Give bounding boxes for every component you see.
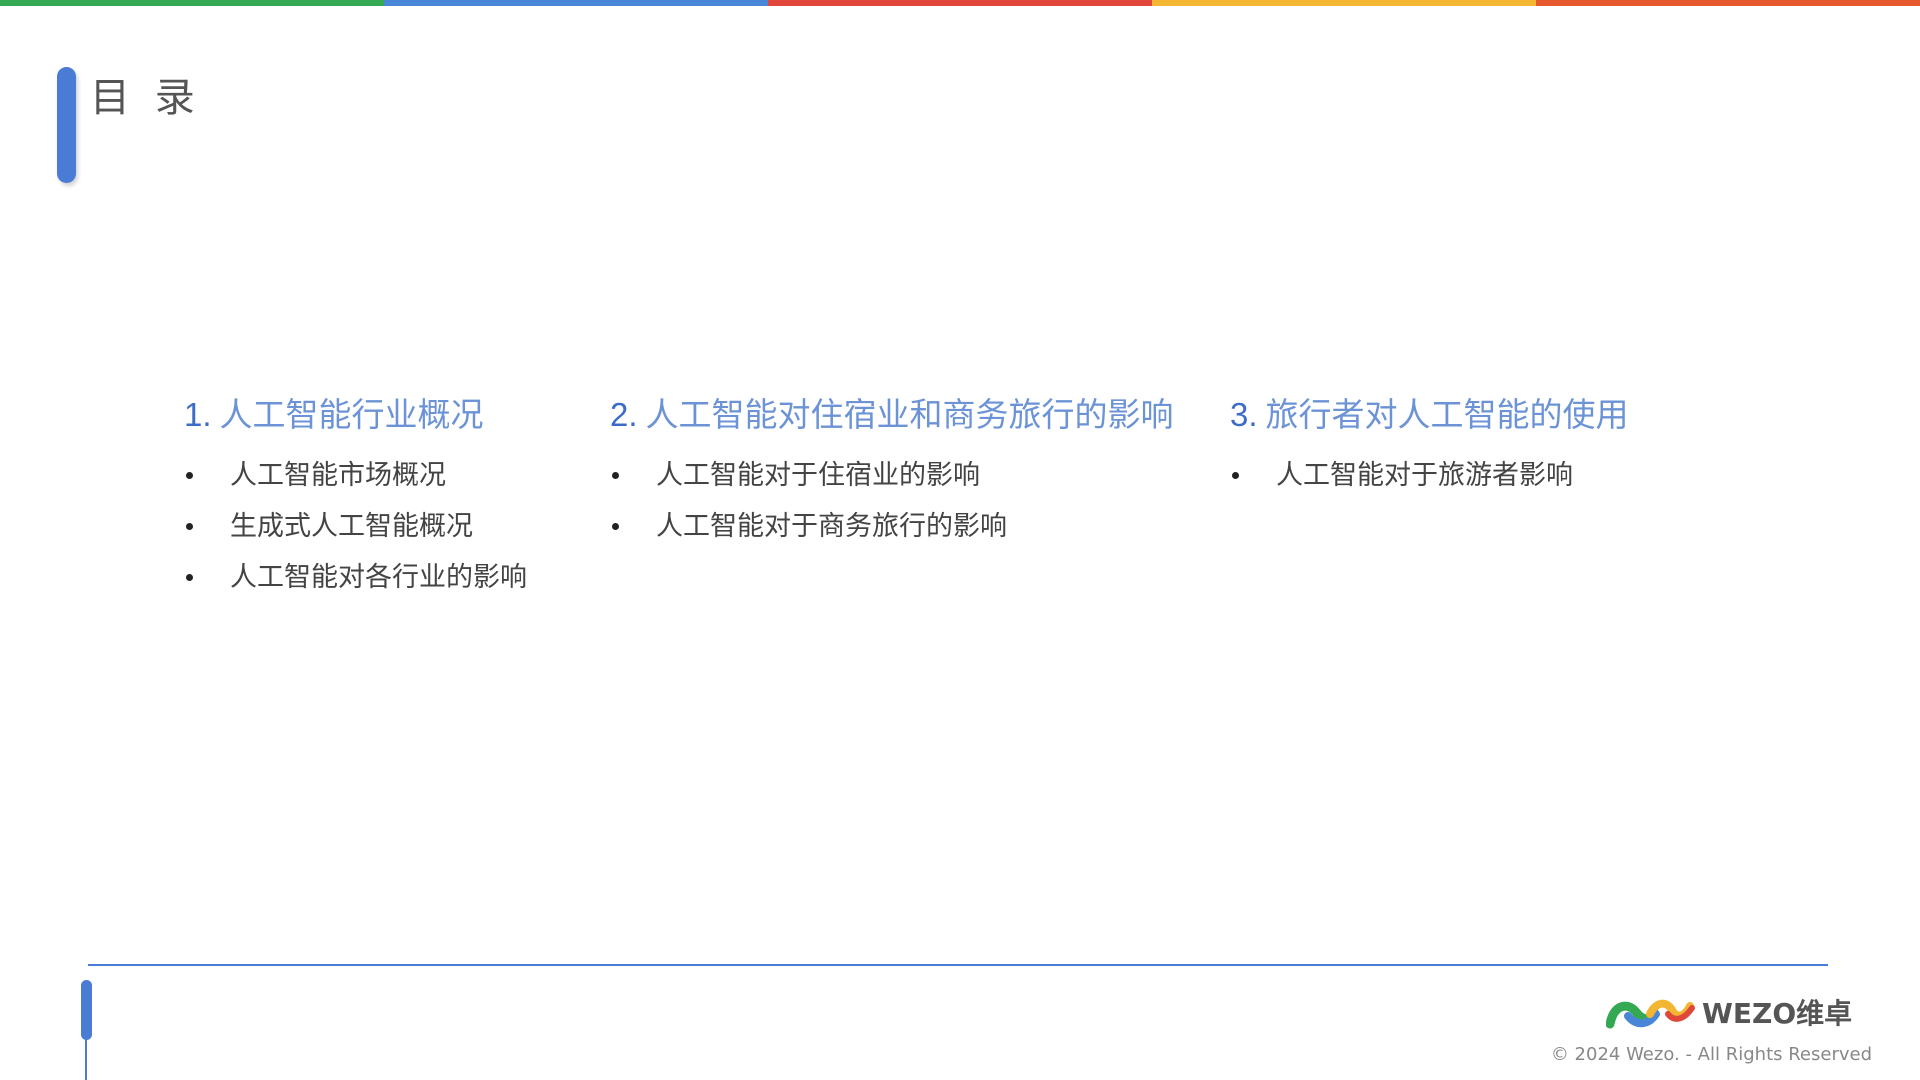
- toc-item-label: 生成式人工智能概况: [230, 511, 473, 542]
- toc-item-label: 人工智能对于住宿业的影响: [656, 460, 980, 491]
- logo-text: WEZO维卓: [1702, 997, 1853, 1030]
- footer-divider: [88, 964, 1828, 966]
- toc-item-label: 人工智能对于旅游者影响: [1276, 460, 1573, 491]
- stripe-segment-orange: [1536, 0, 1920, 6]
- toc-section-3: 3. 旅行者对人工智能的使用 人工智能对于旅游者影响: [1230, 392, 1629, 501]
- toc-item: 人工智能对于旅游者影响: [1230, 450, 1629, 501]
- stripe-segment-green: [0, 0, 384, 6]
- copyright-text: © 2024 Wezo. - All Rights Reserved: [1550, 1044, 1872, 1065]
- toc-section-heading: 2. 人工智能对住宿业和商务旅行的影响: [610, 392, 1174, 438]
- toc-section-number: 2.: [610, 396, 638, 433]
- bullet-icon: [186, 523, 193, 530]
- toc-section-title: 旅行者对人工智能的使用: [1265, 395, 1629, 434]
- bullet-icon: [612, 523, 619, 530]
- bullet-icon: [186, 472, 193, 479]
- toc-section-heading: 1. 人工智能行业概况: [184, 392, 527, 438]
- toc-item-label: 人工智能对于商务旅行的影响: [656, 511, 1007, 542]
- wezo-wave-logo-icon: [1606, 990, 1696, 1034]
- toc-item-list: 人工智能对于住宿业的影响 人工智能对于商务旅行的影响: [610, 450, 1174, 552]
- toc-item: 人工智能对于住宿业的影响: [610, 450, 1174, 501]
- toc-section-number: 1.: [184, 396, 212, 433]
- top-color-stripe: [0, 0, 1920, 6]
- stripe-segment-red: [768, 0, 1152, 6]
- toc-item: 人工智能对于商务旅行的影响: [610, 501, 1174, 552]
- toc-item-list: 人工智能对于旅游者影响: [1230, 450, 1629, 501]
- toc-item: 生成式人工智能概况: [184, 501, 527, 552]
- footer-accent-line: [85, 1030, 87, 1080]
- toc-section-heading: 3. 旅行者对人工智能的使用: [1230, 392, 1629, 438]
- bullet-icon: [612, 472, 619, 479]
- toc-section-title: 人工智能行业概况: [219, 395, 484, 434]
- stripe-segment-yellow: [1152, 0, 1536, 6]
- toc-item-label: 人工智能对各行业的影响: [230, 562, 527, 593]
- toc-section-2: 2. 人工智能对住宿业和商务旅行的影响 人工智能对于住宿业的影响 人工智能对于商务…: [610, 392, 1174, 552]
- wezo-logo: WEZO维卓: [1606, 990, 1852, 1034]
- bullet-icon: [1232, 472, 1239, 479]
- page-title: 目 录: [90, 75, 201, 121]
- toc-item-label: 人工智能市场概况: [230, 460, 446, 491]
- toc-section-1: 1. 人工智能行业概况 人工智能市场概况 生成式人工智能概况 人工智能对各行业的影…: [184, 392, 527, 603]
- slide: 目 录 1. 人工智能行业概况 人工智能市场概况 生成式人工智能概况 人工智能对各…: [0, 0, 1920, 1080]
- bullet-icon: [186, 574, 193, 581]
- stripe-segment-blue: [384, 0, 768, 6]
- toc-section-title: 人工智能对住宿业和商务旅行的影响: [645, 395, 1174, 434]
- toc-section-number: 3.: [1230, 396, 1258, 433]
- toc-item: 人工智能对各行业的影响: [184, 552, 527, 603]
- toc-item: 人工智能市场概况: [184, 450, 527, 501]
- toc-item-list: 人工智能市场概况 生成式人工智能概况 人工智能对各行业的影响: [184, 450, 527, 603]
- title-accent-bar: [57, 67, 76, 183]
